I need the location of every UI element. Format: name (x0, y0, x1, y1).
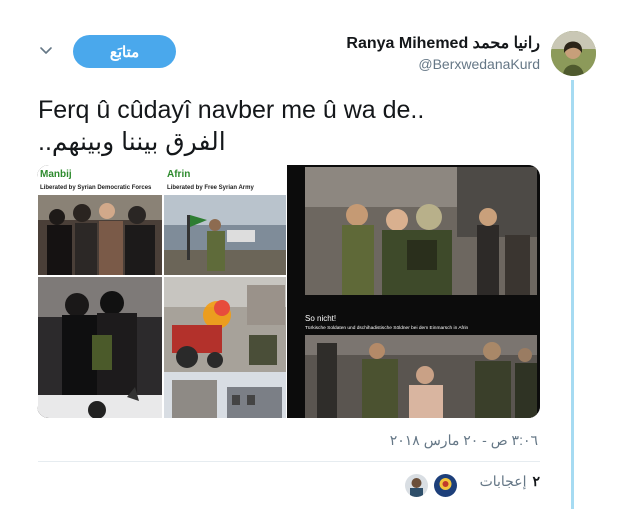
manbij-title: Manbij (40, 169, 72, 180)
liker-avatar-image (405, 474, 428, 497)
liker-avatar[interactable] (405, 474, 428, 497)
likes-stat[interactable]: ٢ إعجابات (480, 473, 540, 490)
likes-count: ٢ (532, 473, 540, 489)
likers-avatars (405, 474, 457, 497)
right-caption-subtitle: Türkische Soldaten und dschihadistische … (305, 325, 469, 331)
media-collage: Manbij Liberated by Syrian Democratic Fo… (37, 165, 540, 418)
manbij-subtitle: Liberated by Syrian Democratic Forces (40, 185, 152, 191)
tweet-text-line-1: Ferq û cûdayî navber me û wa de.. (38, 96, 425, 124)
chevron-down-icon[interactable] (38, 42, 54, 58)
liker-avatar[interactable] (434, 474, 457, 497)
display-name[interactable]: Ranya Mihemed رانيا محمد (346, 33, 540, 53)
tweet-text: Ferq û cûdayî navber me û wa de.. الفرق … (38, 94, 538, 158)
tweet-timestamp[interactable]: ٣:٠٦ ص - ٢٠ مارس ٢٠١٨ (390, 432, 538, 449)
avatar[interactable] (551, 31, 596, 76)
author-handle[interactable]: @BerxwedanaKurd (418, 56, 540, 72)
following-button[interactable]: متابَع (73, 35, 176, 68)
avatar-image (551, 31, 596, 76)
liker-avatar-image (434, 474, 457, 497)
tweet-text-line-2: الفرق بيننا وبينهم.. (38, 128, 226, 156)
afrin-title: Afrin (167, 169, 190, 180)
tweet-media-image[interactable]: Manbij Liberated by Syrian Democratic Fo… (37, 165, 540, 418)
divider (38, 461, 540, 462)
afrin-subtitle: Liberated by Free Syrian Army (167, 185, 254, 191)
author-name-row[interactable]: Ranya Mihemed رانيا محمد (346, 33, 540, 53)
thread-connector-line (571, 80, 574, 509)
likes-label: إعجابات (479, 473, 527, 489)
right-caption-title: So nicht! (305, 314, 336, 323)
